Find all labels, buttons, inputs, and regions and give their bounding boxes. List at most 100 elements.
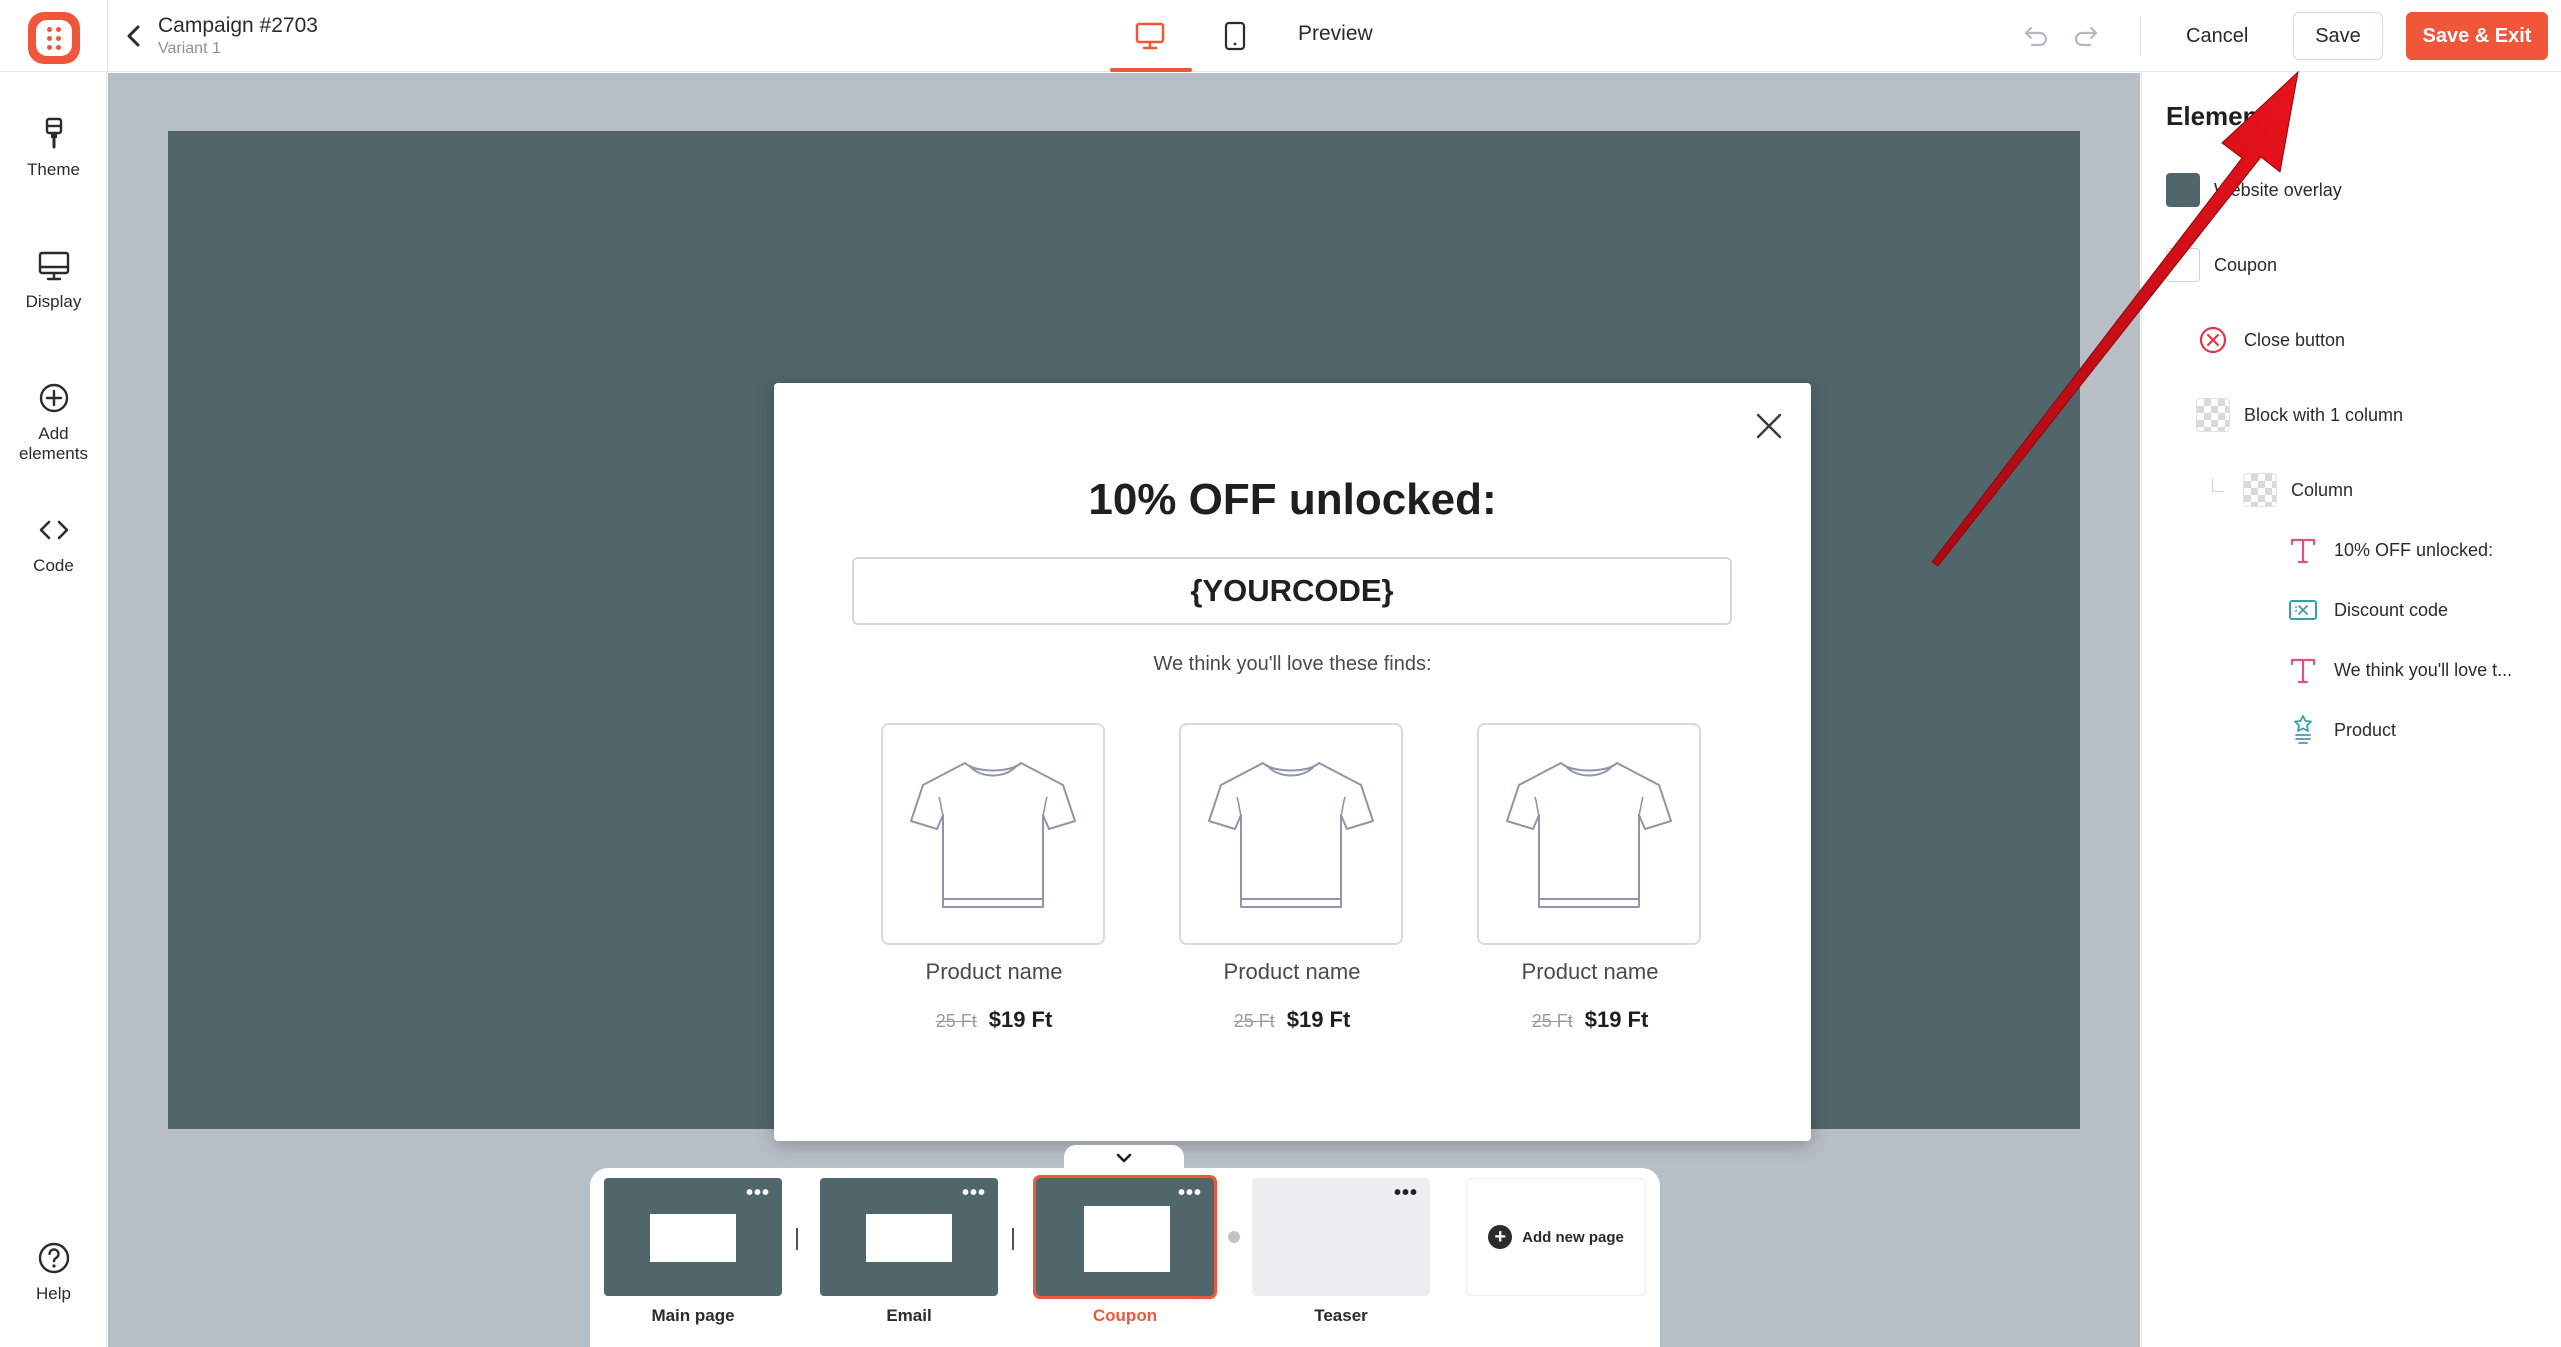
add-page-label: Add new page bbox=[1522, 1228, 1624, 1246]
page-connector bbox=[796, 1228, 798, 1250]
more-options-icon[interactable]: ••• bbox=[1178, 1183, 1202, 1203]
plus-circle-icon bbox=[39, 383, 68, 413]
cancel-button[interactable]: Cancel bbox=[2170, 14, 2264, 58]
new-price: $19 Ft bbox=[988, 1007, 1053, 1032]
element-close-button[interactable]: Close button bbox=[2196, 320, 2345, 360]
page-card-coupon[interactable]: ••• Coupon bbox=[1033, 1175, 1217, 1326]
element-label: Coupon bbox=[2214, 254, 2278, 275]
more-options-icon[interactable]: ••• bbox=[1394, 1183, 1418, 1203]
page-thumbnail: ••• bbox=[604, 1178, 782, 1296]
mobile-icon bbox=[1224, 21, 1246, 51]
product-price: 25 Ft $19 Ft bbox=[881, 1007, 1107, 1033]
save-exit-button[interactable]: Save & Exit bbox=[2406, 12, 2548, 60]
sidebar-item-label: Code bbox=[33, 556, 74, 575]
element-website-overlay[interactable]: Website overlay bbox=[2166, 170, 2342, 210]
sidebar-item-display[interactable]: Display bbox=[0, 248, 107, 312]
page-connector bbox=[1012, 1228, 1014, 1250]
element-label: Discount code bbox=[2334, 599, 2449, 620]
product-card[interactable]: Product name 25 Ft $19 Ft bbox=[1477, 723, 1703, 1033]
add-new-page-button[interactable]: + Add new page bbox=[1466, 1178, 1646, 1296]
close-circle-icon bbox=[2196, 323, 2230, 357]
page-label: Main page bbox=[651, 1306, 735, 1325]
page-bar: ••• Main page ••• Email ••• Coupon ••• T… bbox=[590, 1168, 1660, 1347]
page-card-main[interactable]: ••• Main page bbox=[604, 1178, 782, 1326]
old-price: 25 Ft bbox=[935, 1011, 977, 1031]
preview-button[interactable]: Preview bbox=[1298, 22, 1373, 46]
element-discount-code[interactable]: Discount code bbox=[2286, 590, 2448, 630]
product-card[interactable]: Product name 25 Ft $19 Ft bbox=[881, 723, 1107, 1033]
sidebar-item-add-elements[interactable]: Add elements bbox=[0, 380, 107, 464]
element-title-text[interactable]: 10% OFF unlocked: bbox=[2286, 530, 2493, 570]
chevron-left-icon bbox=[127, 25, 140, 47]
page-swatch-icon bbox=[2166, 248, 2200, 282]
page-label: Coupon bbox=[1092, 1306, 1158, 1325]
text-icon bbox=[2286, 533, 2320, 567]
discount-code-field[interactable]: {YOURCODE} bbox=[852, 557, 1732, 625]
element-label: Website overlay bbox=[2214, 179, 2342, 200]
monitor-icon bbox=[38, 251, 69, 281]
product-card[interactable]: Product name 25 Ft $19 Ft bbox=[1179, 723, 1405, 1033]
product-name: Product name bbox=[1521, 959, 1659, 984]
logo-dots bbox=[45, 26, 63, 50]
logo-inner bbox=[36, 20, 72, 56]
brush-icon bbox=[45, 117, 62, 149]
thumbnail-popup bbox=[1084, 1206, 1170, 1272]
product-image bbox=[881, 723, 1105, 945]
plus-icon: + bbox=[1488, 1225, 1513, 1249]
more-options-icon[interactable]: ••• bbox=[746, 1183, 770, 1203]
element-label: Block with 1 column bbox=[2244, 404, 2404, 425]
sidebar-item-label: Add elements bbox=[19, 424, 88, 463]
save-button[interactable]: Save bbox=[2293, 12, 2383, 60]
chevron-down-icon bbox=[1116, 1153, 1132, 1163]
top-bar: Campaign #2703 Variant 1 Preview Cancel … bbox=[0, 0, 2561, 72]
tree-connector bbox=[2212, 478, 2224, 492]
coupon-popup[interactable]: 10% OFF unlocked: {YOURCODE} We think yo… bbox=[774, 383, 1811, 1141]
element-coupon[interactable]: Coupon bbox=[2166, 245, 2277, 285]
element-label: Close button bbox=[2244, 329, 2346, 350]
sidebar-item-help[interactable]: Help bbox=[0, 1240, 107, 1304]
coupon-icon bbox=[2286, 593, 2320, 627]
popup-title[interactable]: 10% OFF unlocked: bbox=[774, 475, 1811, 525]
desktop-view-button[interactable] bbox=[1110, 0, 1192, 72]
page-card-email[interactable]: ••• Email bbox=[820, 1178, 998, 1326]
old-price: 25 Ft bbox=[1233, 1011, 1275, 1031]
undo-button[interactable] bbox=[2020, 20, 2052, 52]
element-label: 10% OFF unlocked: bbox=[2334, 539, 2494, 560]
page-thumbnail: ••• bbox=[820, 1178, 998, 1296]
product-icon bbox=[2286, 713, 2320, 747]
app-logo[interactable] bbox=[28, 12, 80, 64]
panel-title: Elements bbox=[2166, 101, 2282, 131]
page-thumbnail: ••• bbox=[1033, 1175, 1217, 1299]
popup-subtitle[interactable]: We think you'll love these finds: bbox=[774, 653, 1811, 676]
product-name: Product name bbox=[1223, 959, 1361, 984]
element-column[interactable]: Column bbox=[2243, 470, 2353, 510]
product-name: Product name bbox=[925, 959, 1063, 984]
redo-icon bbox=[2074, 26, 2098, 47]
element-subtitle-text[interactable]: We think you'll love t... bbox=[2286, 650, 2512, 690]
close-icon[interactable] bbox=[1752, 409, 1786, 443]
tshirt-icon bbox=[1506, 762, 1672, 908]
sidebar-item-theme[interactable]: Theme bbox=[0, 116, 107, 180]
redo-button[interactable] bbox=[2070, 20, 2102, 52]
tshirt-icon bbox=[1208, 762, 1374, 908]
sidebar-item-label: Theme bbox=[27, 160, 80, 179]
product-image bbox=[1179, 723, 1403, 945]
page-label: Teaser bbox=[1314, 1306, 1368, 1325]
back-button[interactable] bbox=[118, 20, 150, 52]
mobile-view-button[interactable] bbox=[1195, 0, 1275, 72]
product-price: 25 Ft $19 Ft bbox=[1179, 1007, 1405, 1033]
thumbnail-popup bbox=[866, 1214, 952, 1262]
tshirt-icon bbox=[910, 762, 1076, 908]
more-options-icon[interactable]: ••• bbox=[962, 1183, 986, 1203]
element-label: Product bbox=[2334, 719, 2397, 740]
sidebar-item-label: Display bbox=[25, 292, 82, 311]
topbar-separator bbox=[2140, 16, 2141, 56]
element-product[interactable]: Product bbox=[2286, 710, 2396, 750]
page-thumbnail: ••• bbox=[1252, 1178, 1430, 1296]
website-overlay[interactable]: 10% OFF unlocked: {YOURCODE} We think yo… bbox=[168, 131, 2080, 1141]
element-block[interactable]: Block with 1 column bbox=[2196, 395, 2403, 435]
page-card-teaser[interactable]: ••• Teaser bbox=[1252, 1178, 1430, 1326]
sidebar-item-code[interactable]: Code bbox=[0, 512, 107, 576]
product-image bbox=[1477, 723, 1701, 945]
thumbnail-popup bbox=[650, 1214, 736, 1262]
